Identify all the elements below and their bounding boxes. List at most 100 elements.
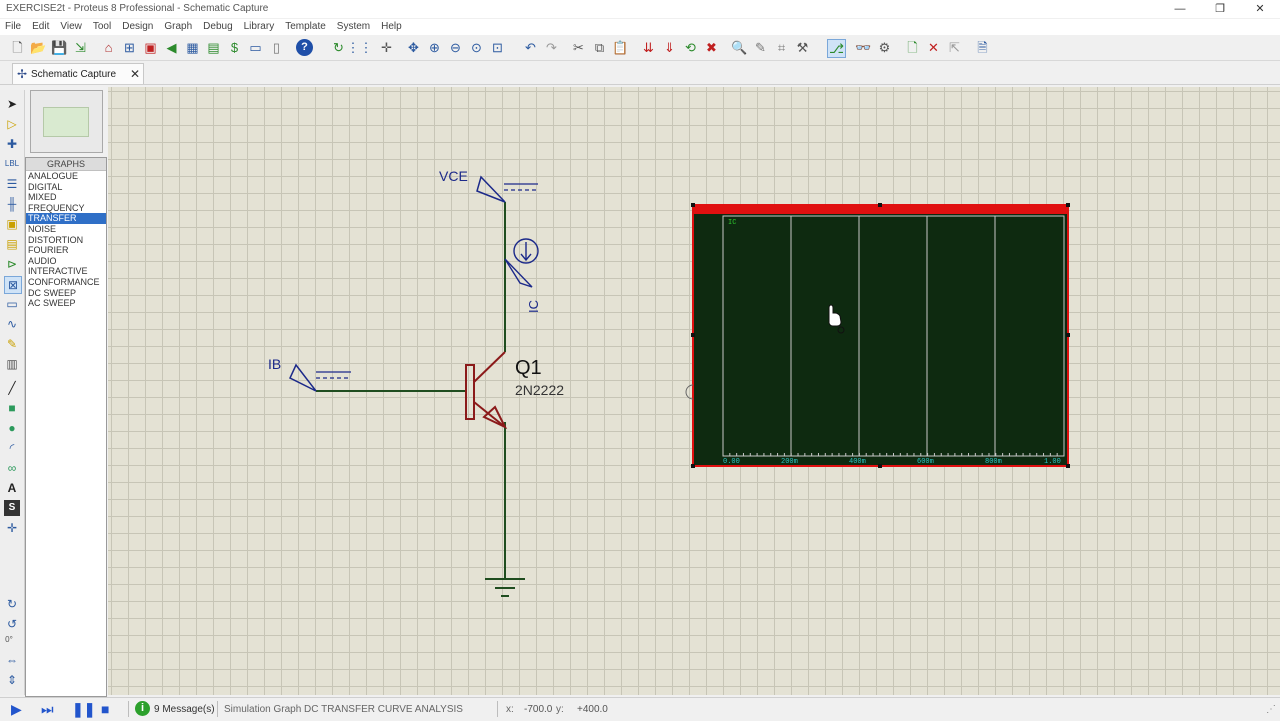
graph-type-noise[interactable]: NOISE — [26, 224, 106, 235]
menu-view[interactable]: View — [55, 19, 88, 35]
graph-type-distortion[interactable]: DISTORTION — [26, 235, 106, 246]
bom-icon[interactable]: ▣ — [142, 39, 159, 56]
arc-icon[interactable]: ◜ — [4, 440, 20, 456]
menu-design[interactable]: Design — [117, 19, 159, 35]
doc-icon[interactable]: ▯ — [268, 39, 285, 56]
menu-help[interactable]: Help — [376, 19, 408, 35]
menu-template[interactable]: Template — [280, 19, 332, 35]
menu-graph[interactable]: Graph — [159, 19, 198, 35]
graph-type-mixed[interactable]: MIXED — [26, 192, 106, 203]
restore-icon[interactable]: ❐ — [1200, 0, 1240, 18]
menu-system[interactable]: System — [332, 19, 376, 35]
block-delete-icon[interactable]: ✖ — [703, 39, 720, 56]
circle-icon[interactable]: ● — [4, 420, 20, 436]
new-icon[interactable]: 🗋 — [9, 39, 26, 56]
messages-count[interactable]: 9 Message(s) — [154, 702, 215, 717]
bill-icon[interactable]: 🗎 — [974, 39, 991, 56]
generator-icon[interactable]: ∿ — [4, 316, 20, 332]
generator-vce[interactable]: VCE — [439, 168, 538, 203]
tape-icon[interactable]: ▭ — [4, 296, 20, 312]
rotate-cw-icon[interactable]: ↻ — [4, 596, 20, 612]
netlist-icon[interactable]: ⊞ — [121, 39, 138, 56]
pan-icon[interactable]: ✥ — [405, 39, 422, 56]
make-device-icon[interactable]: ✎ — [752, 39, 769, 56]
copy-icon[interactable]: ⧉ — [591, 39, 608, 56]
gallery-icon[interactable]: ▦ — [184, 39, 201, 56]
zoom-in-icon[interactable]: ⊕ — [426, 39, 443, 56]
resize-grip-icon[interactable]: ⋰ — [1266, 702, 1276, 717]
menu-library[interactable]: Library — [239, 19, 281, 35]
junction-icon[interactable]: ✚ — [4, 136, 20, 152]
undo-icon[interactable]: ↶ — [522, 39, 539, 56]
text-script-icon[interactable]: ☰ — [4, 176, 20, 192]
paste-icon[interactable]: 📋 — [612, 39, 629, 56]
minimize-icon[interactable]: — — [1160, 0, 1200, 18]
redo-icon[interactable]: ↷ — [543, 39, 560, 56]
pin-icon[interactable]: ⊳ — [4, 256, 20, 272]
menu-debug[interactable]: Debug — [198, 19, 238, 35]
current-probe-ic[interactable]: IC — [504, 238, 541, 313]
wire-autorouter-icon[interactable]: ⎇ — [827, 39, 846, 58]
zoom-out-icon[interactable]: ⊖ — [447, 39, 464, 56]
path-icon[interactable]: ∞ — [4, 460, 20, 476]
help-icon[interactable]: ? — [296, 39, 313, 56]
decompose-icon[interactable]: ⚒ — [794, 39, 811, 56]
code-icon[interactable]: ▭ — [247, 39, 264, 56]
block-rotate-icon[interactable]: ⟲ — [682, 39, 699, 56]
mirror-x-icon[interactable]: ⇔ — [4, 652, 20, 668]
pick-device-icon[interactable]: 🔍 — [731, 39, 748, 56]
wire-label-icon[interactable]: LBL — [4, 156, 20, 172]
overview-window[interactable] — [30, 90, 103, 153]
grid-icon[interactable]: ⋮⋮ — [347, 39, 373, 56]
graph-type-digital[interactable]: DIGITAL — [26, 182, 106, 193]
instrument-icon[interactable]: ▥ — [4, 356, 20, 372]
symbol-icon[interactable]: S — [4, 500, 20, 516]
source-icon[interactable]: $ — [226, 39, 243, 56]
tab-close-icon[interactable]: ✕ — [127, 67, 143, 81]
origin-icon[interactable]: ✛ — [378, 39, 395, 56]
refresh-icon[interactable]: ↻ — [330, 39, 347, 56]
marker-icon[interactable]: ✛ — [4, 520, 20, 536]
rotate-ccw-icon[interactable]: ↺ — [4, 616, 20, 632]
zoom-area-icon[interactable]: ⊡ — [489, 39, 506, 56]
tab-schematic-capture[interactable]: ✢ Schematic Capture ✕ — [12, 63, 144, 84]
line-icon[interactable]: ╱ — [4, 380, 20, 396]
remove-sheet-icon[interactable]: ✕ — [925, 39, 942, 56]
rotation-value[interactable]: 0° — [1, 632, 17, 648]
graph-type-fourier[interactable]: FOURIER — [26, 245, 106, 256]
select-icon[interactable]: ➤ — [4, 96, 20, 112]
graph-type-audio[interactable]: AUDIO — [26, 256, 106, 267]
graph-type-interactive[interactable]: INTERACTIVE — [26, 266, 106, 277]
menu-file[interactable]: File — [0, 19, 27, 35]
package-icon[interactable]: ⌗ — [773, 39, 790, 56]
property-icon[interactable]: ⚙ — [876, 39, 893, 56]
ground-symbol[interactable] — [485, 578, 525, 597]
import-icon[interactable]: ⇲ — [72, 39, 89, 56]
search-icon[interactable]: 👓 — [855, 39, 872, 56]
subcircuit-icon[interactable]: ▣ — [4, 216, 20, 232]
step-icon[interactable]: ⏭ — [41, 702, 54, 716]
new-sheet-icon[interactable]: 🗋 — [904, 39, 921, 56]
stop-icon[interactable]: ■ — [101, 702, 109, 716]
home-icon[interactable]: ⌂ — [100, 39, 117, 56]
block-copy-icon[interactable]: ⇊ — [640, 39, 657, 56]
generator-ib[interactable]: IB — [268, 356, 351, 392]
menu-tool[interactable]: Tool — [88, 19, 117, 35]
graph-type-analogue[interactable]: ANALOGUE — [26, 171, 106, 182]
zoom-all-icon[interactable]: ⊙ — [468, 39, 485, 56]
cut-icon[interactable]: ✂ — [570, 39, 587, 56]
graph-type-ac-sweep[interactable]: AC SWEEP — [26, 298, 106, 309]
save-icon[interactable]: 💾 — [51, 39, 68, 56]
transistor-q1[interactable]: Q1 2N2222 — [465, 351, 564, 430]
terminal-icon[interactable]: ▤ — [4, 236, 20, 252]
component-icon[interactable]: ▷ — [4, 116, 20, 132]
pcb-icon[interactable]: ▤ — [205, 39, 222, 56]
mirror-y-icon[interactable]: ⇕ — [4, 672, 20, 688]
transfer-graph[interactable]: IC 0.00 200m 400m 600m 800m 1.00 — [685, 203, 1070, 468]
play-icon[interactable]: ▶ — [11, 702, 22, 716]
text-icon[interactable]: A — [4, 480, 20, 496]
close-icon[interactable]: ✕ — [1240, 0, 1280, 18]
bus-icon[interactable]: ╫ — [4, 196, 20, 212]
exit-to-parent-icon[interactable]: ⇱ — [946, 39, 963, 56]
menu-edit[interactable]: Edit — [27, 19, 55, 35]
